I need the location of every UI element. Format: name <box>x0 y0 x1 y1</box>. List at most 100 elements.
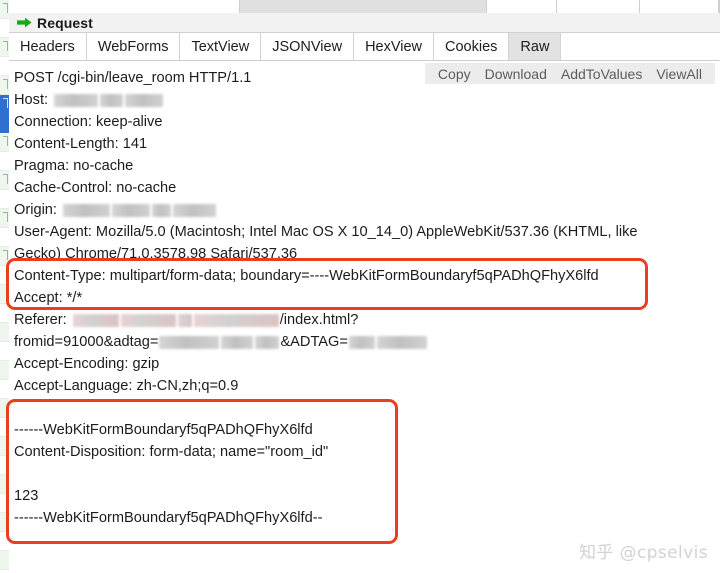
session-row-marker-icon <box>3 98 8 108</box>
redacted-adtag-part <box>221 335 254 349</box>
redacted-adtag-part <box>255 335 280 349</box>
tab-raw[interactable]: Raw <box>509 33 562 60</box>
raw-line-content-type: Content-Type: multipart/form-data; bound… <box>14 268 599 284</box>
session-list-row[interactable] <box>0 456 9 475</box>
raw-line-origin: Origin: <box>14 199 720 221</box>
tab-webforms[interactable]: WebForms <box>86 33 181 60</box>
tab-jsonview[interactable]: JSONView <box>261 33 355 60</box>
session-row-marker-icon <box>3 250 8 260</box>
redacted-referer-part <box>177 313 192 327</box>
green-right-arrow-icon <box>17 17 32 28</box>
session-row-marker-icon <box>3 136 8 146</box>
session-list-row[interactable] <box>0 475 9 494</box>
session-columns-header[interactable] <box>9 0 720 14</box>
session-list-row[interactable] <box>0 551 9 570</box>
column-header-cell[interactable] <box>640 0 719 13</box>
raw-line-connection: Connection: keep-alive <box>14 114 163 130</box>
redacted-ADTAG-part <box>376 335 427 349</box>
session-row-marker-icon <box>3 212 8 222</box>
redacted-origin-part <box>151 203 171 217</box>
referer-suffix: /index.html? <box>279 312 359 328</box>
copy-button[interactable]: Copy <box>431 66 478 82</box>
session-list-row[interactable] <box>0 171 9 190</box>
redacted-referer-part <box>72 313 119 327</box>
raw-line-body-disposition: Content-Disposition: form-data; name="ro… <box>14 444 329 460</box>
redacted-origin-part <box>111 203 150 217</box>
session-list-row[interactable] <box>0 247 9 266</box>
view-all-button[interactable]: ViewAll <box>649 66 709 82</box>
redacted-origin-part <box>62 203 110 217</box>
raw-request-text[interactable]: POST /cgi-bin/leave_room HTTP/1.1 Host: … <box>9 61 720 573</box>
session-list-row[interactable] <box>0 209 9 228</box>
session-list-row[interactable] <box>0 228 9 247</box>
session-list-row[interactable] <box>0 494 9 513</box>
raw-line-user-agent-1: User-Agent: Mozilla/5.0 (Macintosh; Inte… <box>14 224 638 240</box>
raw-line-pragma: Pragma: no-cache <box>14 158 134 174</box>
redacted-referer-part <box>193 313 279 327</box>
raw-line-blank <box>14 397 720 419</box>
session-list-row[interactable] <box>0 19 9 38</box>
redacted-ADTAG-part <box>348 335 375 349</box>
session-list-row[interactable] <box>0 513 9 532</box>
session-list-row[interactable] <box>0 76 9 95</box>
raw-line-referer: Referer: /index.html? <box>14 309 720 331</box>
origin-label: Origin: <box>14 202 57 218</box>
request-panel-header: Request <box>9 13 720 33</box>
session-list-row[interactable] <box>0 285 9 304</box>
raw-line-body-boundary-open: ------WebKitFormBoundaryf5qPADhQFhyX6lfd <box>14 422 313 438</box>
session-row-marker-icon <box>3 79 8 89</box>
request-panel-title: Request <box>37 14 93 31</box>
session-list-row[interactable] <box>0 342 9 361</box>
referer-query-mid: &ADTAG= <box>280 334 348 350</box>
session-list-row[interactable] <box>0 0 9 19</box>
inspector-tabs[interactable]: Headers WebForms TextView JSONView HexVi… <box>9 33 720 61</box>
redacted-adtag-part <box>159 335 220 349</box>
raw-line-accept-language: Accept-Language: zh-CN,zh;q=0.9 <box>14 378 239 394</box>
raw-toolbar[interactable]: Copy Download AddToValues ViewAll <box>424 63 715 84</box>
session-list-row[interactable] <box>0 437 9 456</box>
watermark: 知乎 @cpselvis <box>578 543 708 563</box>
session-list-row[interactable] <box>0 380 9 399</box>
session-row-marker-icon <box>3 41 8 51</box>
redacted-host-part <box>54 93 99 107</box>
redacted-host-part <box>100 93 124 107</box>
host-label: Host: <box>14 92 49 108</box>
session-list-row[interactable] <box>0 532 9 551</box>
tab-cookies[interactable]: Cookies <box>434 33 510 60</box>
session-list-row-selected[interactable] <box>0 95 9 114</box>
referer-label: Referer: <box>14 312 67 328</box>
referer-query-prefix: fromid=91000&adtag= <box>14 334 159 350</box>
raw-line-accept: Accept: */* <box>14 290 83 306</box>
session-list-row[interactable] <box>0 152 9 171</box>
session-list-row-selected[interactable] <box>0 114 9 133</box>
add-to-values-button[interactable]: AddToValues <box>554 66 649 82</box>
fiddler-request-inspector: Request Headers WebForms TextView JSONVi… <box>0 0 720 573</box>
column-header-cell-active[interactable] <box>240 0 488 13</box>
session-list-row[interactable] <box>0 304 9 323</box>
raw-line-body-value: 123 <box>14 488 39 504</box>
raw-line-host: Host: <box>14 89 720 111</box>
session-list-row[interactable] <box>0 133 9 152</box>
column-header-cell[interactable] <box>9 0 241 13</box>
tab-headers[interactable]: Headers <box>9 33 87 60</box>
session-list-row[interactable] <box>0 399 9 418</box>
session-list-row[interactable] <box>0 190 9 209</box>
raw-line-accept-encoding: Accept-Encoding: gzip <box>14 356 160 372</box>
redacted-host-part <box>125 93 164 107</box>
raw-line-cache-control: Cache-Control: no-cache <box>14 180 177 196</box>
session-list-row[interactable] <box>0 361 9 380</box>
session-list-row[interactable] <box>0 323 9 342</box>
tab-textview[interactable]: TextView <box>180 33 262 60</box>
tab-hexview[interactable]: HexView <box>354 33 435 60</box>
column-header-cell[interactable] <box>557 0 641 13</box>
redacted-origin-part <box>172 203 216 217</box>
download-button[interactable]: Download <box>478 66 554 82</box>
redacted-referer-part <box>120 313 176 327</box>
session-list-row[interactable] <box>0 418 9 437</box>
raw-line-body-boundary-close: ------WebKitFormBoundaryf5qPADhQFhyX6lfd… <box>14 510 323 526</box>
session-list-row[interactable] <box>0 57 9 76</box>
session-list-row[interactable] <box>0 266 9 285</box>
session-list-row[interactable] <box>0 38 9 57</box>
column-header-cell[interactable] <box>487 0 558 13</box>
raw-line-content-length: Content-Length: 141 <box>14 136 148 152</box>
